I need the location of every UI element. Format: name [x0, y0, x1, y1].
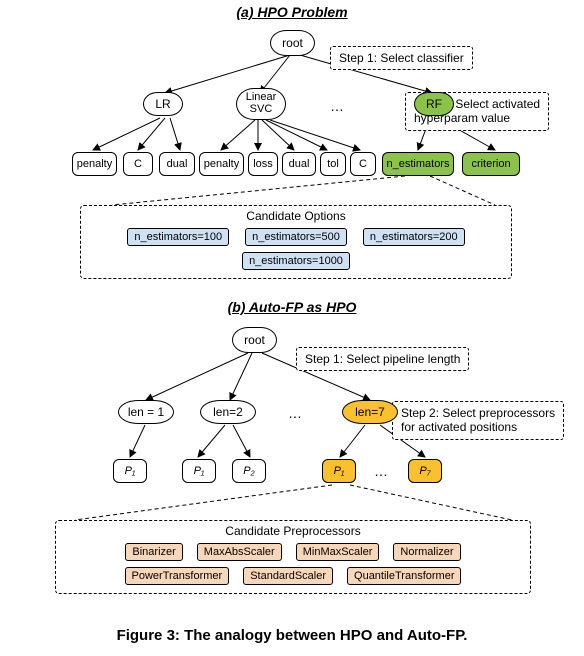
- classifier-rf: RF: [414, 92, 454, 116]
- candidate-options: Candidate Options n_estimators=100 n_est…: [80, 205, 512, 279]
- options-title: Candidate Options: [81, 209, 511, 223]
- root-node-b: root: [232, 327, 277, 353]
- option-item: n_estimators=1000: [242, 252, 350, 270]
- rf-label: RF: [426, 98, 442, 111]
- leaf-rf-nest: n_estimators: [382, 152, 454, 176]
- option-item: n_estimators=100: [127, 228, 229, 246]
- leaf-svc-dual: dual: [282, 152, 316, 176]
- candidate-preprocessors: Candidate Preprocessors Binarizer MaxAbs…: [55, 520, 531, 594]
- panel-a-title: (a) HPO Problem: [0, 0, 584, 22]
- leaf-b-p1a: P₁: [113, 459, 147, 483]
- classifier-ellipsis: …: [330, 98, 344, 114]
- preproc-item: QuantileTransformer: [347, 567, 461, 585]
- classifier-svc: Linear SVC: [236, 88, 286, 120]
- leaf-b-p1c: P₁: [322, 459, 356, 483]
- step1-box: Step 1: Select classifier: [330, 46, 473, 70]
- leaf-b-ellipsis: …: [374, 463, 388, 479]
- preproc-item: PowerTransformer: [125, 567, 230, 585]
- len-ellipsis: …: [288, 405, 302, 421]
- figure-caption: Figure 3: The analogy between HPO and Au…: [0, 625, 584, 644]
- stepb2-box: Step 2: Select preprocessors for activat…: [392, 401, 564, 440]
- leaf-svc-penalty: penalty: [199, 152, 244, 176]
- root-node: root: [270, 30, 315, 56]
- leaf-svc-loss: loss: [248, 152, 278, 176]
- preproc-item: Normalizer: [393, 543, 460, 561]
- stepb2-text: Step 2: Select preprocessors for activat…: [401, 406, 555, 434]
- len1-label: len = 1: [128, 406, 164, 419]
- len7-node: len=7: [342, 400, 398, 424]
- preproc-item: MaxAbsScaler: [197, 543, 282, 561]
- root-b-label: root: [244, 334, 265, 347]
- leaf-b-p1b: P₁: [182, 459, 216, 483]
- leaf-b-p2: P₂: [232, 459, 266, 483]
- len2-label: len=2: [213, 406, 243, 419]
- panel-b-title: (b) Auto-FP as HPO: [0, 295, 584, 317]
- leaf-b-p7: P₇: [408, 459, 442, 483]
- stepb1-text: Step 1: Select pipeline length: [305, 352, 460, 366]
- leaf-rf-crit: criterion: [462, 152, 520, 176]
- root-label: root: [282, 37, 303, 50]
- len2-node: len=2: [200, 400, 256, 424]
- leaf-lr-dual: dual: [159, 152, 195, 176]
- svc-label: Linear SVC: [246, 92, 277, 115]
- option-item: n_estimators=500: [245, 228, 347, 246]
- leaf-lr-c: C: [123, 152, 153, 176]
- preproc-row1: Binarizer MaxAbsScaler MinMaxScaler Norm…: [64, 543, 522, 561]
- preproc-item: MinMaxScaler: [296, 543, 380, 561]
- len7-label: len=7: [355, 406, 385, 419]
- panel-autofp: (b) Auto-FP as HPO root Step 1: Select p…: [0, 295, 584, 625]
- lr-label: LR: [155, 98, 170, 111]
- preproc-item: Binarizer: [125, 543, 182, 561]
- stepb1-box: Step 1: Select pipeline length: [296, 347, 469, 371]
- panel-hpo: (a) HPO Problem root Step 1: Select clas…: [0, 0, 584, 295]
- step1-text: Step 1: Select classifier: [339, 51, 464, 65]
- option-item: n_estimators=200: [363, 228, 465, 246]
- len1-node: len = 1: [118, 400, 174, 424]
- leaf-svc-c: C: [350, 152, 376, 176]
- leaf-svc-tol: tol: [320, 152, 346, 176]
- leaf-lr-penalty: penalty: [72, 152, 117, 176]
- preproc-title: Candidate Preprocessors: [56, 524, 530, 538]
- preproc-row2: PowerTransformer StandardScaler Quantile…: [64, 567, 522, 585]
- classifier-lr: LR: [143, 92, 183, 116]
- preproc-item: StandardScaler: [243, 567, 333, 585]
